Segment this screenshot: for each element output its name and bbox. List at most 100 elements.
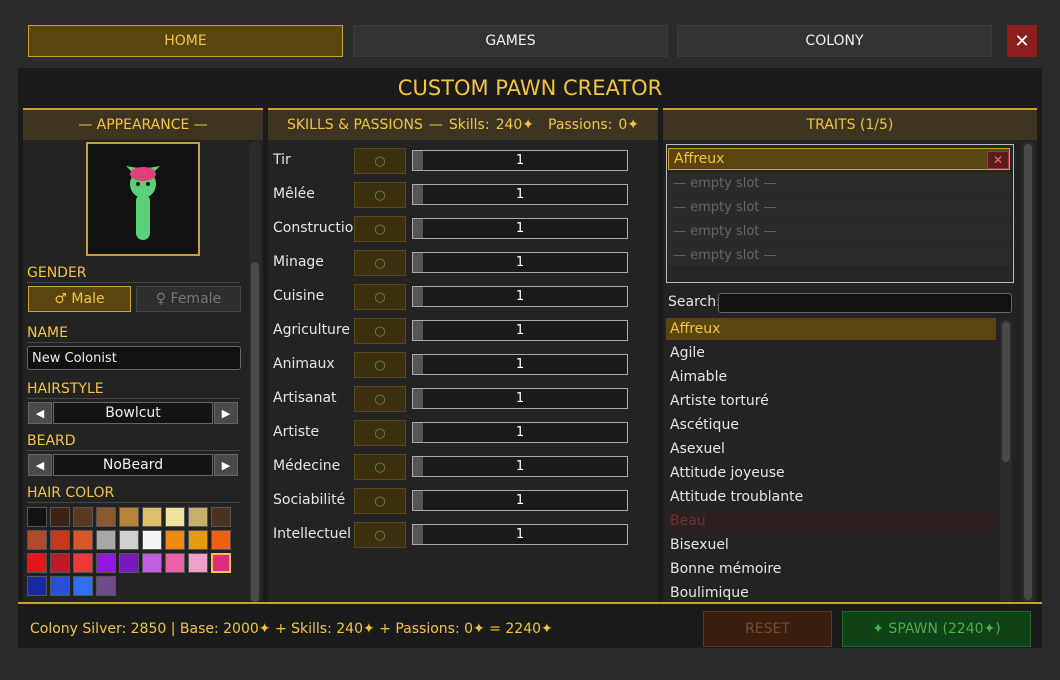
skill-level-bar[interactable]: 1 <box>412 218 628 239</box>
trait-list-item[interactable]: Aimable <box>666 366 996 388</box>
trait-slot-filled[interactable]: Affreux <box>668 148 1010 170</box>
hair-color-swatch[interactable] <box>96 507 116 527</box>
skill-level-fill <box>413 321 424 340</box>
beard-next-button[interactable]: ▶ <box>214 454 238 476</box>
passion-toggle[interactable]: ○ <box>354 386 406 412</box>
hair-color-swatch[interactable] <box>142 507 162 527</box>
hair-color-swatch[interactable] <box>119 507 139 527</box>
trait-search-input[interactable] <box>718 293 1012 313</box>
hair-color-swatch[interactable] <box>73 553 93 573</box>
gender-female-button[interactable]: ♀ Female <box>136 286 241 312</box>
skill-level-value: 1 <box>515 153 525 168</box>
skill-level-bar[interactable]: 1 <box>412 354 628 375</box>
trait-list-item[interactable]: Agile <box>666 342 996 364</box>
hair-color-swatch[interactable] <box>165 507 185 527</box>
remove-trait-button[interactable]: ✕ <box>987 151 1009 169</box>
passion-toggle[interactable]: ○ <box>354 182 406 208</box>
passion-toggle[interactable]: ○ <box>354 488 406 514</box>
trait-list-scrollbar[interactable] <box>1000 320 1012 602</box>
skill-name: Médecine <box>273 458 341 474</box>
trait-list-item[interactable]: Ascétique <box>666 414 996 436</box>
hair-color-swatch[interactable] <box>27 553 47 573</box>
tab-home[interactable]: HOME <box>28 25 343 57</box>
skill-level-value: 1 <box>515 425 525 440</box>
trait-list-item[interactable]: Affreux <box>666 318 996 340</box>
passion-toggle[interactable]: ○ <box>354 216 406 242</box>
passion-icon: ○ <box>374 391 386 407</box>
appearance-scroll-thumb[interactable] <box>251 262 259 602</box>
hair-color-swatch[interactable] <box>27 576 47 596</box>
skill-level-bar[interactable]: 1 <box>412 524 628 545</box>
skill-level-value: 1 <box>515 527 525 542</box>
passion-toggle[interactable]: ○ <box>354 352 406 378</box>
passion-toggle[interactable]: ○ <box>354 454 406 480</box>
hair-color-swatch[interactable] <box>50 507 70 527</box>
hair-color-swatch[interactable] <box>211 507 231 527</box>
hair-color-swatch[interactable] <box>188 530 208 550</box>
trait-list-item[interactable]: Attitude troublante <box>666 486 996 508</box>
skill-level-bar[interactable]: 1 <box>412 388 628 409</box>
hair-color-swatch[interactable] <box>119 553 139 573</box>
close-icon: ✕ <box>992 153 1004 167</box>
hair-color-swatch[interactable] <box>96 576 116 596</box>
hairstyle-next-button[interactable]: ▶ <box>214 402 238 424</box>
hair-color-swatch[interactable] <box>142 553 162 573</box>
skill-level-bar[interactable]: 1 <box>412 150 628 171</box>
skill-level-bar[interactable]: 1 <box>412 252 628 273</box>
skill-level-bar[interactable]: 1 <box>412 490 628 511</box>
passion-toggle[interactable]: ○ <box>354 318 406 344</box>
passion-toggle[interactable]: ○ <box>354 250 406 276</box>
hair-color-swatch[interactable] <box>73 507 93 527</box>
skill-level-bar[interactable]: 1 <box>412 422 628 443</box>
trait-list-item[interactable]: Attitude joyeuse <box>666 462 996 484</box>
hair-color-swatch[interactable] <box>211 553 231 573</box>
trait-list-item[interactable]: Boulimique <box>666 582 996 604</box>
hair-color-swatch[interactable] <box>50 553 70 573</box>
spawn-button[interactable]: ✦ SPAWN (2240✦) <box>842 611 1031 647</box>
appearance-scrollbar[interactable] <box>249 142 261 602</box>
hair-color-swatch[interactable] <box>73 530 93 550</box>
skill-level-bar[interactable]: 1 <box>412 456 628 477</box>
tab-games[interactable]: GAMES <box>353 25 668 57</box>
passion-toggle[interactable]: ○ <box>354 284 406 310</box>
traits-panel-scrollbar[interactable] <box>1022 142 1034 602</box>
traits-panel-scroll-thumb[interactable] <box>1024 144 1032 600</box>
trait-list-item[interactable]: Artiste torturé <box>666 390 996 412</box>
hair-color-swatch[interactable] <box>50 576 70 596</box>
hair-color-swatch[interactable] <box>96 530 116 550</box>
pawn-portrait <box>86 142 200 256</box>
passion-toggle[interactable]: ○ <box>354 148 406 174</box>
trait-list-scroll-thumb[interactable] <box>1002 322 1010 462</box>
skill-level-bar[interactable]: 1 <box>412 184 628 205</box>
skill-name: Construction <box>273 220 363 236</box>
hair-color-swatch[interactable] <box>211 530 231 550</box>
reset-button[interactable]: RESET <box>703 611 832 647</box>
hair-color-swatch[interactable] <box>27 507 47 527</box>
skill-level-bar[interactable]: 1 <box>412 286 628 307</box>
hair-color-swatch[interactable] <box>119 530 139 550</box>
hair-color-swatch[interactable] <box>27 530 47 550</box>
passion-icon: ○ <box>374 153 386 169</box>
skill-level-bar[interactable]: 1 <box>412 320 628 341</box>
arrow-right-icon: ▶ <box>221 406 231 420</box>
hair-color-swatch[interactable] <box>96 553 116 573</box>
gender-male-button[interactable]: ♂ Male <box>28 286 131 312</box>
trait-list-item[interactable]: Bisexuel <box>666 534 996 556</box>
hair-color-swatch[interactable] <box>142 530 162 550</box>
hair-color-swatch[interactable] <box>165 530 185 550</box>
skill-level-fill <box>413 423 424 442</box>
name-input[interactable]: New Colonist <box>27 346 241 370</box>
passion-toggle[interactable]: ○ <box>354 420 406 446</box>
tab-colony[interactable]: COLONY <box>677 25 992 57</box>
hairstyle-prev-button[interactable]: ◀ <box>28 402 52 424</box>
hair-color-swatch[interactable] <box>73 576 93 596</box>
hair-color-swatch[interactable] <box>50 530 70 550</box>
close-button[interactable]: ✕ <box>1007 25 1037 57</box>
hair-color-swatch[interactable] <box>188 553 208 573</box>
beard-prev-button[interactable]: ◀ <box>28 454 52 476</box>
trait-list-item[interactable]: Bonne mémoire <box>666 558 996 580</box>
hair-color-swatch[interactable] <box>188 507 208 527</box>
trait-list-item[interactable]: Asexuel <box>666 438 996 460</box>
passion-toggle[interactable]: ○ <box>354 522 406 548</box>
hair-color-swatch[interactable] <box>165 553 185 573</box>
